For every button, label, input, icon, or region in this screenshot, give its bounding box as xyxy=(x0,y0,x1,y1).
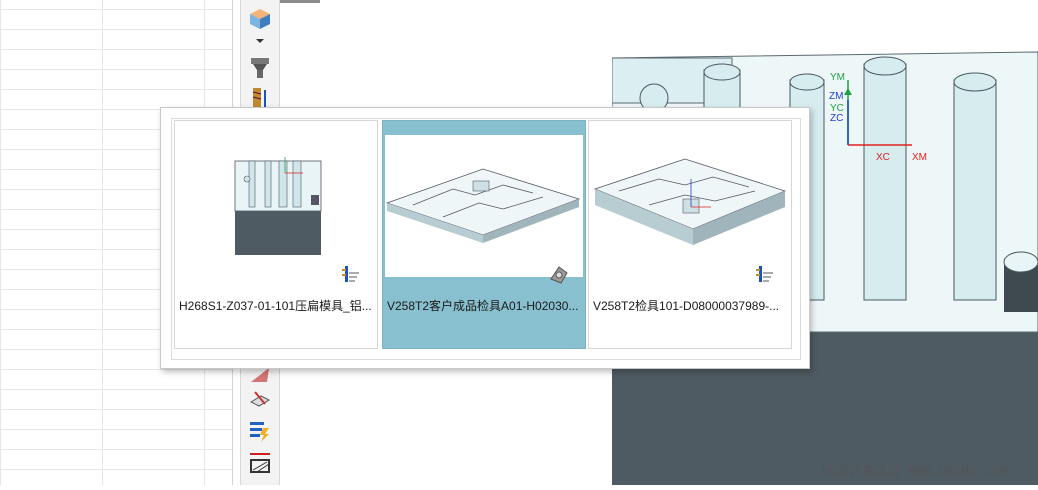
synchronous-icon[interactable] xyxy=(247,418,273,444)
countersink-icon[interactable] xyxy=(247,54,273,80)
chevron-down-icon[interactable] xyxy=(247,34,273,48)
axis-label-zc: ZC xyxy=(830,113,843,124)
axis-label-xc: XC xyxy=(876,152,890,163)
assembly-icon xyxy=(753,263,775,285)
part-icon xyxy=(547,263,569,285)
part-name: V258T2客户成品检具A01-H02030... xyxy=(387,299,579,313)
watermark: UG爱好者论坛 WWW.UGSNX.COM xyxy=(822,464,1009,478)
axis-label-zm: ZM xyxy=(829,91,843,102)
assembly-icon xyxy=(339,263,361,285)
recent-part-card-2[interactable]: V258T2客户成品检具A01-H02030... xyxy=(382,120,586,349)
face-offset-icon[interactable] xyxy=(247,386,273,412)
thumbnail-gallery: H268S1-Z037-01-101压扁模具_铝... V258T2客户成品检具… xyxy=(171,118,801,360)
block-icon[interactable] xyxy=(247,6,273,32)
part-name: H268S1-Z037-01-101压扁模具_铝... xyxy=(179,299,372,313)
axis-label-ym: YM xyxy=(830,72,845,83)
measure-icon[interactable] xyxy=(247,450,273,476)
recent-part-card-3[interactable]: V258T2检具101-D08000037989-... xyxy=(588,120,792,349)
recent-parts-popup: H268S1-Z037-01-101压扁模具_铝... V258T2客户成品检具… xyxy=(160,107,810,369)
recent-part-card-1[interactable]: H268S1-Z037-01-101压扁模具_铝... xyxy=(174,120,378,349)
part-name: V258T2检具101-D08000037989-... xyxy=(593,299,780,313)
axis-label-xm: XM xyxy=(912,152,927,163)
